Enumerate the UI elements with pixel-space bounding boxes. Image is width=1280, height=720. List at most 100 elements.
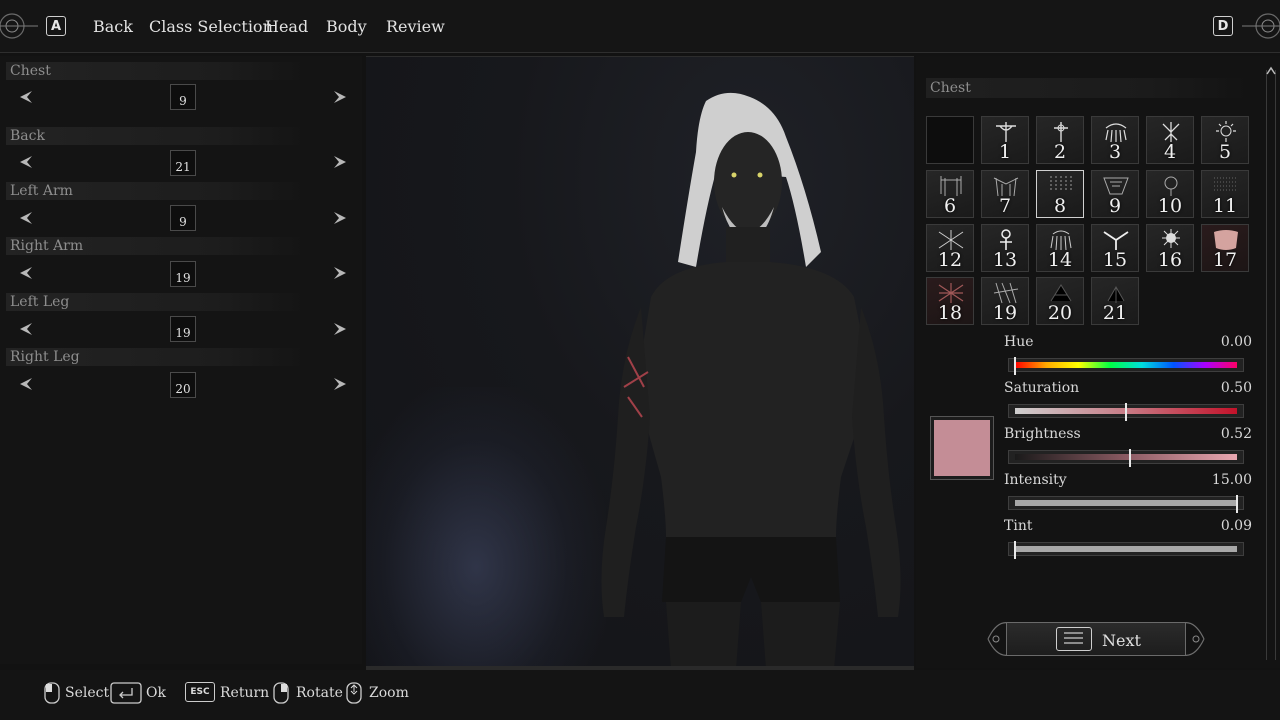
- tile-number: 8: [1053, 195, 1067, 217]
- hue-slider[interactable]: [1008, 357, 1244, 375]
- tattoo-tile-15[interactable]: 15: [1091, 224, 1139, 272]
- tattoo-tile-2[interactable]: 2: [1036, 116, 1084, 164]
- color-swatch-fill: [934, 420, 990, 476]
- slot-left-leg-value: 19: [175, 326, 191, 340]
- character-preview-viewport[interactable]: [366, 56, 914, 669]
- hue-track: [1015, 362, 1237, 368]
- tattoo-tile-3[interactable]: 3: [1091, 116, 1139, 164]
- tile-number: 2: [1053, 141, 1067, 163]
- nav-body[interactable]: Body: [326, 17, 367, 36]
- arrow-right-icon[interactable]: [332, 154, 348, 170]
- arrow-left-icon[interactable]: [18, 89, 34, 105]
- ornament-corner-icon: [0, 13, 38, 39]
- saturation-label: Saturation: [1004, 380, 1080, 396]
- enter-key-icon: [110, 682, 142, 704]
- slot-right-arm-value: 19: [175, 271, 191, 285]
- tattoo-tile-13[interactable]: 13: [981, 224, 1029, 272]
- mouse-left-click-icon: [44, 682, 60, 704]
- tile-number: 9: [1108, 195, 1122, 217]
- panel-title: Chest: [926, 78, 1246, 98]
- tile-number: 18: [937, 302, 963, 324]
- tint-value: 0.09: [1220, 518, 1252, 534]
- tattoo-tile-17[interactable]: 17: [1201, 224, 1249, 272]
- tattoo-tile-9[interactable]: 9: [1091, 170, 1139, 218]
- slot-chest-preview: 9: [170, 84, 196, 110]
- brightness-slider[interactable]: [1008, 449, 1244, 467]
- tile-number: 11: [1212, 195, 1238, 217]
- slider-handle[interactable]: [1236, 495, 1238, 513]
- nav-back[interactable]: Back: [93, 17, 133, 36]
- hint-rotate: Rotate: [296, 685, 343, 701]
- nav-review[interactable]: Review: [386, 17, 445, 36]
- tint-slider[interactable]: [1008, 541, 1244, 559]
- tile-number: 10: [1157, 195, 1183, 217]
- tattoo-tile-10[interactable]: 10: [1146, 170, 1194, 218]
- arrow-left-icon[interactable]: [18, 210, 34, 226]
- tattoo-tile-5[interactable]: 5: [1201, 116, 1249, 164]
- arrow-right-icon[interactable]: [332, 89, 348, 105]
- top-nav-bar: A Back Class Selection Head Body Review …: [0, 0, 1280, 53]
- tattoo-tile-20[interactable]: 20: [1036, 277, 1084, 325]
- arrow-right-icon[interactable]: [332, 321, 348, 337]
- tile-number: 17: [1212, 249, 1238, 271]
- hint-zoom: Zoom: [369, 685, 409, 701]
- tattoo-tile-11[interactable]: 11: [1201, 170, 1249, 218]
- tattoo-tile-7[interactable]: 7: [981, 170, 1029, 218]
- tattoo-tile-12[interactable]: 12: [926, 224, 974, 272]
- scrollbar[interactable]: [1266, 66, 1276, 660]
- arrow-left-icon[interactable]: [18, 376, 34, 392]
- ornament-corner-icon: [1242, 13, 1280, 39]
- body-slots-panel: Chest 9 Back 21 Left Arm 9 Right Arm 19 …: [0, 56, 362, 664]
- esc-key-icon: ESC: [185, 682, 215, 702]
- arrow-right-icon[interactable]: [332, 265, 348, 281]
- arrow-right-icon[interactable]: [332, 376, 348, 392]
- tile-number: 21: [1102, 302, 1128, 324]
- saturation-slider[interactable]: [1008, 403, 1244, 421]
- slot-right-arm-preview: 19: [170, 261, 196, 287]
- scroll-up-icon[interactable]: [1266, 66, 1276, 76]
- tattoo-tile-14[interactable]: 14: [1036, 224, 1084, 272]
- tile-number: 5: [1218, 141, 1232, 163]
- arrow-right-icon[interactable]: [332, 210, 348, 226]
- arrow-left-icon[interactable]: [18, 265, 34, 281]
- tile-number: 13: [992, 249, 1018, 271]
- nav-class-selection[interactable]: Class Selection: [149, 17, 273, 36]
- tattoo-tile-none[interactable]: [926, 116, 974, 164]
- color-swatch[interactable]: [930, 416, 994, 480]
- slider-handle[interactable]: [1014, 541, 1016, 559]
- nav-head[interactable]: Head: [265, 17, 308, 36]
- next-button[interactable]: Next: [984, 614, 1208, 664]
- tattoo-tile-21[interactable]: 21: [1091, 277, 1139, 325]
- mouse-scroll-icon: [346, 682, 362, 704]
- slot-back-preview: 21: [170, 150, 196, 176]
- hint-return: Return: [220, 685, 270, 701]
- slot-label-chest: Chest: [6, 62, 306, 80]
- list-key-icon: [1056, 627, 1092, 651]
- arrow-left-icon[interactable]: [18, 321, 34, 337]
- tattoo-tile-16[interactable]: 16: [1146, 224, 1194, 272]
- hue-label: Hue: [1004, 334, 1034, 350]
- tattoo-tile-18[interactable]: 18: [926, 277, 974, 325]
- key-d-icon[interactable]: D: [1213, 16, 1233, 36]
- tattoo-tile-6[interactable]: 6: [926, 170, 974, 218]
- tattoo-tile-4[interactable]: 4: [1146, 116, 1194, 164]
- slider-handle[interactable]: [1129, 449, 1132, 467]
- slider-handle[interactable]: [1014, 357, 1016, 375]
- tattoo-tile-1[interactable]: 1: [981, 116, 1029, 164]
- slot-right-leg-preview: 20: [170, 372, 196, 398]
- slot-label-left-leg: Left Leg: [6, 293, 306, 311]
- brightness-value: 0.52: [1220, 426, 1252, 442]
- character-model: [601, 92, 901, 669]
- tattoo-tile-19[interactable]: 19: [981, 277, 1029, 325]
- slot-left-leg-preview: 19: [170, 316, 196, 342]
- tattoo-tile-8[interactable]: 8: [1036, 170, 1084, 218]
- slider-handle[interactable]: [1125, 403, 1127, 421]
- slot-left-arm-value: 9: [179, 215, 187, 229]
- intensity-slider[interactable]: [1008, 495, 1244, 513]
- key-a-icon[interactable]: A: [46, 16, 66, 36]
- tile-number: 16: [1157, 249, 1183, 271]
- control-hints-bar: Select Ok ESC Return Rotate Zoom: [0, 670, 1280, 720]
- hue-value: 0.00: [1220, 334, 1252, 350]
- arrow-left-icon[interactable]: [18, 154, 34, 170]
- tile-number: 3: [1108, 141, 1122, 163]
